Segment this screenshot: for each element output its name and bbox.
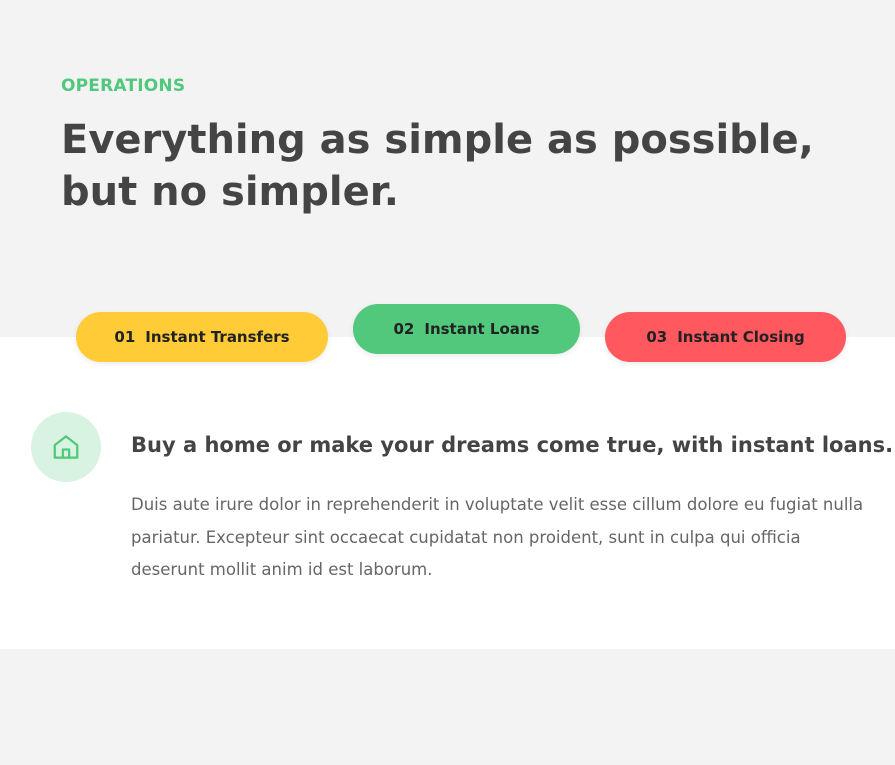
feature-heading: Buy a home or make your dreams come true…: [131, 433, 894, 457]
tab-label: Instant Transfers: [145, 328, 290, 346]
feature-icon-circle: [31, 412, 101, 482]
operations-section: OPERATIONS Everything as simple as possi…: [0, 0, 895, 765]
tab-instant-closing[interactable]: 03 Instant Closing: [605, 312, 846, 362]
tab-number: 03: [646, 328, 668, 346]
tab-label: Instant Closing: [677, 328, 805, 346]
section-headline: Everything as simple as possible, but no…: [61, 117, 814, 215]
section-label: OPERATIONS: [61, 76, 186, 96]
tab-instant-loans[interactable]: 02 Instant Loans: [353, 304, 580, 354]
tab-instant-transfers[interactable]: 01 Instant Transfers: [76, 312, 328, 362]
tab-label: Instant Loans: [424, 320, 540, 338]
home-icon: [53, 435, 79, 459]
tab-number: 02: [393, 320, 415, 338]
feature-description: Duis aute irure dolor in reprehenderit i…: [131, 495, 864, 579]
tab-number: 01: [114, 328, 136, 346]
